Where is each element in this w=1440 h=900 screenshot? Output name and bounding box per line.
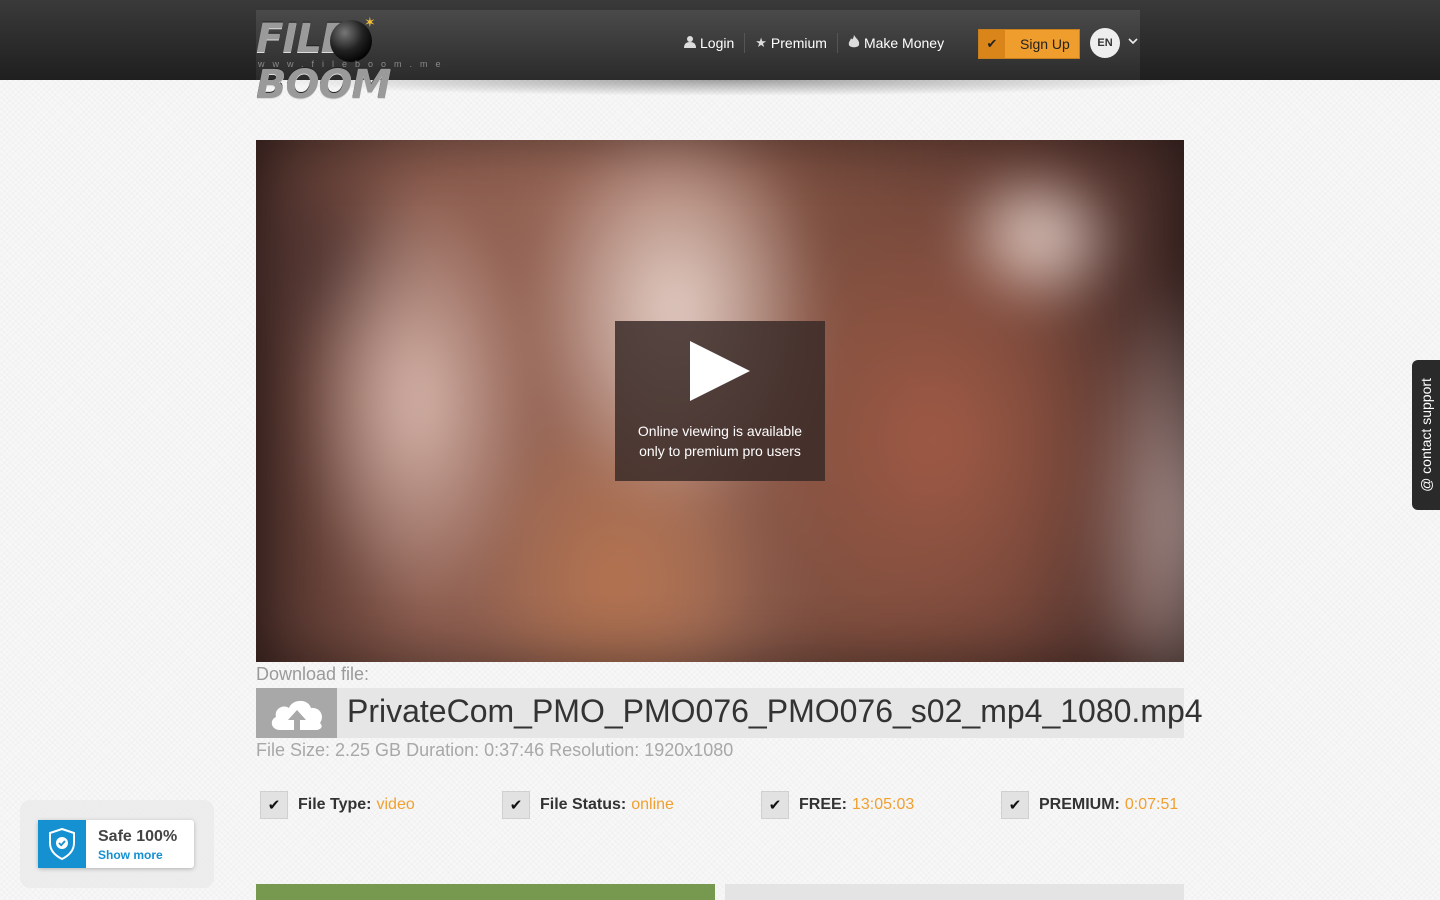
signup-label: Sign Up bbox=[1020, 36, 1070, 52]
contact-support-tab[interactable]: @ contact support bbox=[1412, 360, 1440, 510]
user-icon bbox=[684, 35, 696, 51]
stat-label: FREE: bbox=[799, 796, 847, 813]
signup-button[interactable]: ✔ Sign Up bbox=[978, 29, 1080, 59]
stat-label: File Type: bbox=[298, 796, 372, 813]
file-stats: ✔ File Type: video ✔ File Status: online… bbox=[260, 790, 1184, 820]
file-name-bar: PrivateCom_PMO_PMO076_PMO076_s02_mp4_108… bbox=[256, 688, 1203, 738]
fast-download-button[interactable] bbox=[725, 884, 1184, 900]
site-logo[interactable]: FILEBOOM ✶ www.fileboom.me bbox=[256, 14, 486, 108]
stat-label: File Status: bbox=[540, 796, 627, 813]
stat-value: 13:05:03 bbox=[852, 796, 915, 813]
play-icon[interactable] bbox=[690, 341, 750, 401]
nav-login-label: Login bbox=[700, 35, 735, 51]
contact-support-label: @ contact support bbox=[1418, 378, 1434, 492]
shield-icon bbox=[38, 820, 86, 868]
safe-badge[interactable]: Safe 100% Show more bbox=[38, 820, 194, 868]
stat-file-type: ✔ File Type: video bbox=[260, 790, 415, 820]
file-name: PrivateCom_PMO_PMO076_PMO076_s02_mp4_108… bbox=[347, 693, 1203, 729]
fire-icon bbox=[848, 35, 860, 51]
premium-notice: Online viewing is available only to prem… bbox=[637, 423, 803, 459]
check-icon: ✔ bbox=[979, 30, 1005, 58]
check-icon: ✔ bbox=[761, 791, 789, 819]
nav-login[interactable]: Login bbox=[684, 30, 744, 56]
language-selector[interactable]: EN bbox=[1090, 28, 1120, 58]
stat-label: PREMIUM: bbox=[1039, 796, 1120, 813]
stat-value: video bbox=[376, 796, 415, 813]
nav-make-money-label: Make Money bbox=[863, 35, 945, 51]
safe-title: Safe 100% bbox=[98, 828, 178, 845]
file-meta: File Size: 2.25 GB Duration: 0:37:46 Res… bbox=[256, 740, 734, 760]
check-icon: ✔ bbox=[260, 791, 288, 819]
stat-free-time: ✔ FREE: 13:05:03 bbox=[761, 790, 914, 820]
cloud-upload-icon bbox=[256, 688, 337, 738]
nav-make-money[interactable]: Make Money bbox=[838, 30, 954, 56]
nav-premium[interactable]: ★ Premium bbox=[745, 30, 837, 56]
chevron-down-icon[interactable] bbox=[1128, 34, 1138, 48]
stat-file-status: ✔ File Status: online bbox=[502, 790, 674, 820]
check-icon: ✔ bbox=[502, 791, 530, 819]
stat-value: 0:07:51 bbox=[1124, 796, 1179, 813]
spark-icon: ✶ bbox=[364, 14, 376, 30]
show-more-link[interactable]: Show more bbox=[98, 848, 163, 862]
logo-url: www.fileboom.me bbox=[258, 59, 449, 69]
check-icon: ✔ bbox=[1001, 791, 1029, 819]
slow-download-button[interactable] bbox=[256, 884, 715, 900]
star-icon: ★ bbox=[755, 35, 767, 50]
nav-premium-label: Premium bbox=[770, 35, 827, 51]
download-label: Download file: bbox=[256, 664, 370, 684]
video-preview[interactable]: Online viewing is available only to prem… bbox=[256, 140, 1184, 662]
stat-value: online bbox=[631, 796, 674, 813]
stat-premium-time: ✔ PREMIUM: 0:07:51 bbox=[1001, 790, 1178, 820]
main-nav: Login ★ Premium Make Money bbox=[684, 30, 954, 56]
play-overlay[interactable]: Online viewing is available only to prem… bbox=[615, 321, 825, 481]
